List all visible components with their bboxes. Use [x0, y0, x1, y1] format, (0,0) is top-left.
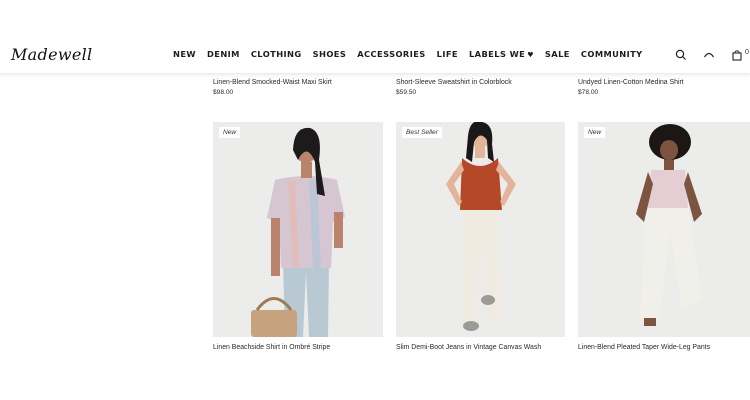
top-product-price: $78.00	[578, 89, 599, 96]
bottom-whitespace	[0, 351, 750, 400]
nav-item-life[interactable]: LIFE	[437, 49, 458, 59]
top-product-price: $98.00	[213, 89, 234, 96]
product-badge: New	[219, 127, 241, 138]
nav-item-accessories[interactable]: ACCESSORIES	[357, 49, 425, 59]
bag-count: 0	[745, 49, 749, 56]
top-product-price: $59.50	[396, 89, 417, 96]
search-icon[interactable]	[674, 48, 688, 62]
nav-item-labels-we[interactable]: LABELS WE ♥	[469, 49, 534, 59]
product-card[interactable]: New	[578, 122, 750, 337]
site-header: Madewell NEW DENIM CLOTHING SHOES ACCESS…	[0, 40, 750, 74]
account-icon[interactable]	[702, 48, 716, 62]
bag-icon[interactable]	[730, 48, 744, 62]
product-card[interactable]: Best Seller	[396, 122, 565, 337]
product-badge: New	[584, 127, 606, 138]
heart-icon: ♥	[527, 51, 534, 59]
brand-logo[interactable]: Madewell	[11, 45, 92, 64]
product-badge: Best Seller	[402, 127, 442, 138]
nav-item-community[interactable]: COMMUNITY	[581, 49, 643, 59]
product-name[interactable]: Linen Beachside Shirt in Ombré Stripe	[213, 344, 330, 351]
product-card[interactable]: New	[213, 122, 383, 337]
top-product-name[interactable]: Undyed Linen-Cotton Medina Shirt	[578, 79, 684, 86]
main-nav: NEW DENIM CLOTHING SHOES ACCESSORIES LIF…	[173, 49, 654, 59]
top-product-name[interactable]: Short-Sleeve Sweatshirt in Colorblock	[396, 79, 512, 86]
nav-item-clothing[interactable]: CLOTHING	[251, 49, 302, 59]
top-product-name[interactable]: Linen-Blend Smocked-Waist Maxi Skirt	[213, 79, 332, 86]
nav-item-labels-we-text: LABELS WE	[468, 49, 526, 59]
nav-item-shoes[interactable]: SHOES	[313, 49, 347, 59]
product-name[interactable]: Slim Demi-Boot Jeans in Vintage Canvas W…	[396, 344, 541, 351]
nav-item-denim[interactable]: DENIM	[207, 49, 240, 59]
nav-item-sale[interactable]: SALE	[545, 49, 570, 59]
product-image	[213, 122, 383, 337]
product-name[interactable]: Linen-Blend Pleated Taper Wide-Leg Pants	[578, 344, 710, 351]
nav-item-new[interactable]: NEW	[173, 49, 196, 59]
product-image	[396, 122, 565, 337]
product-image	[578, 122, 750, 337]
